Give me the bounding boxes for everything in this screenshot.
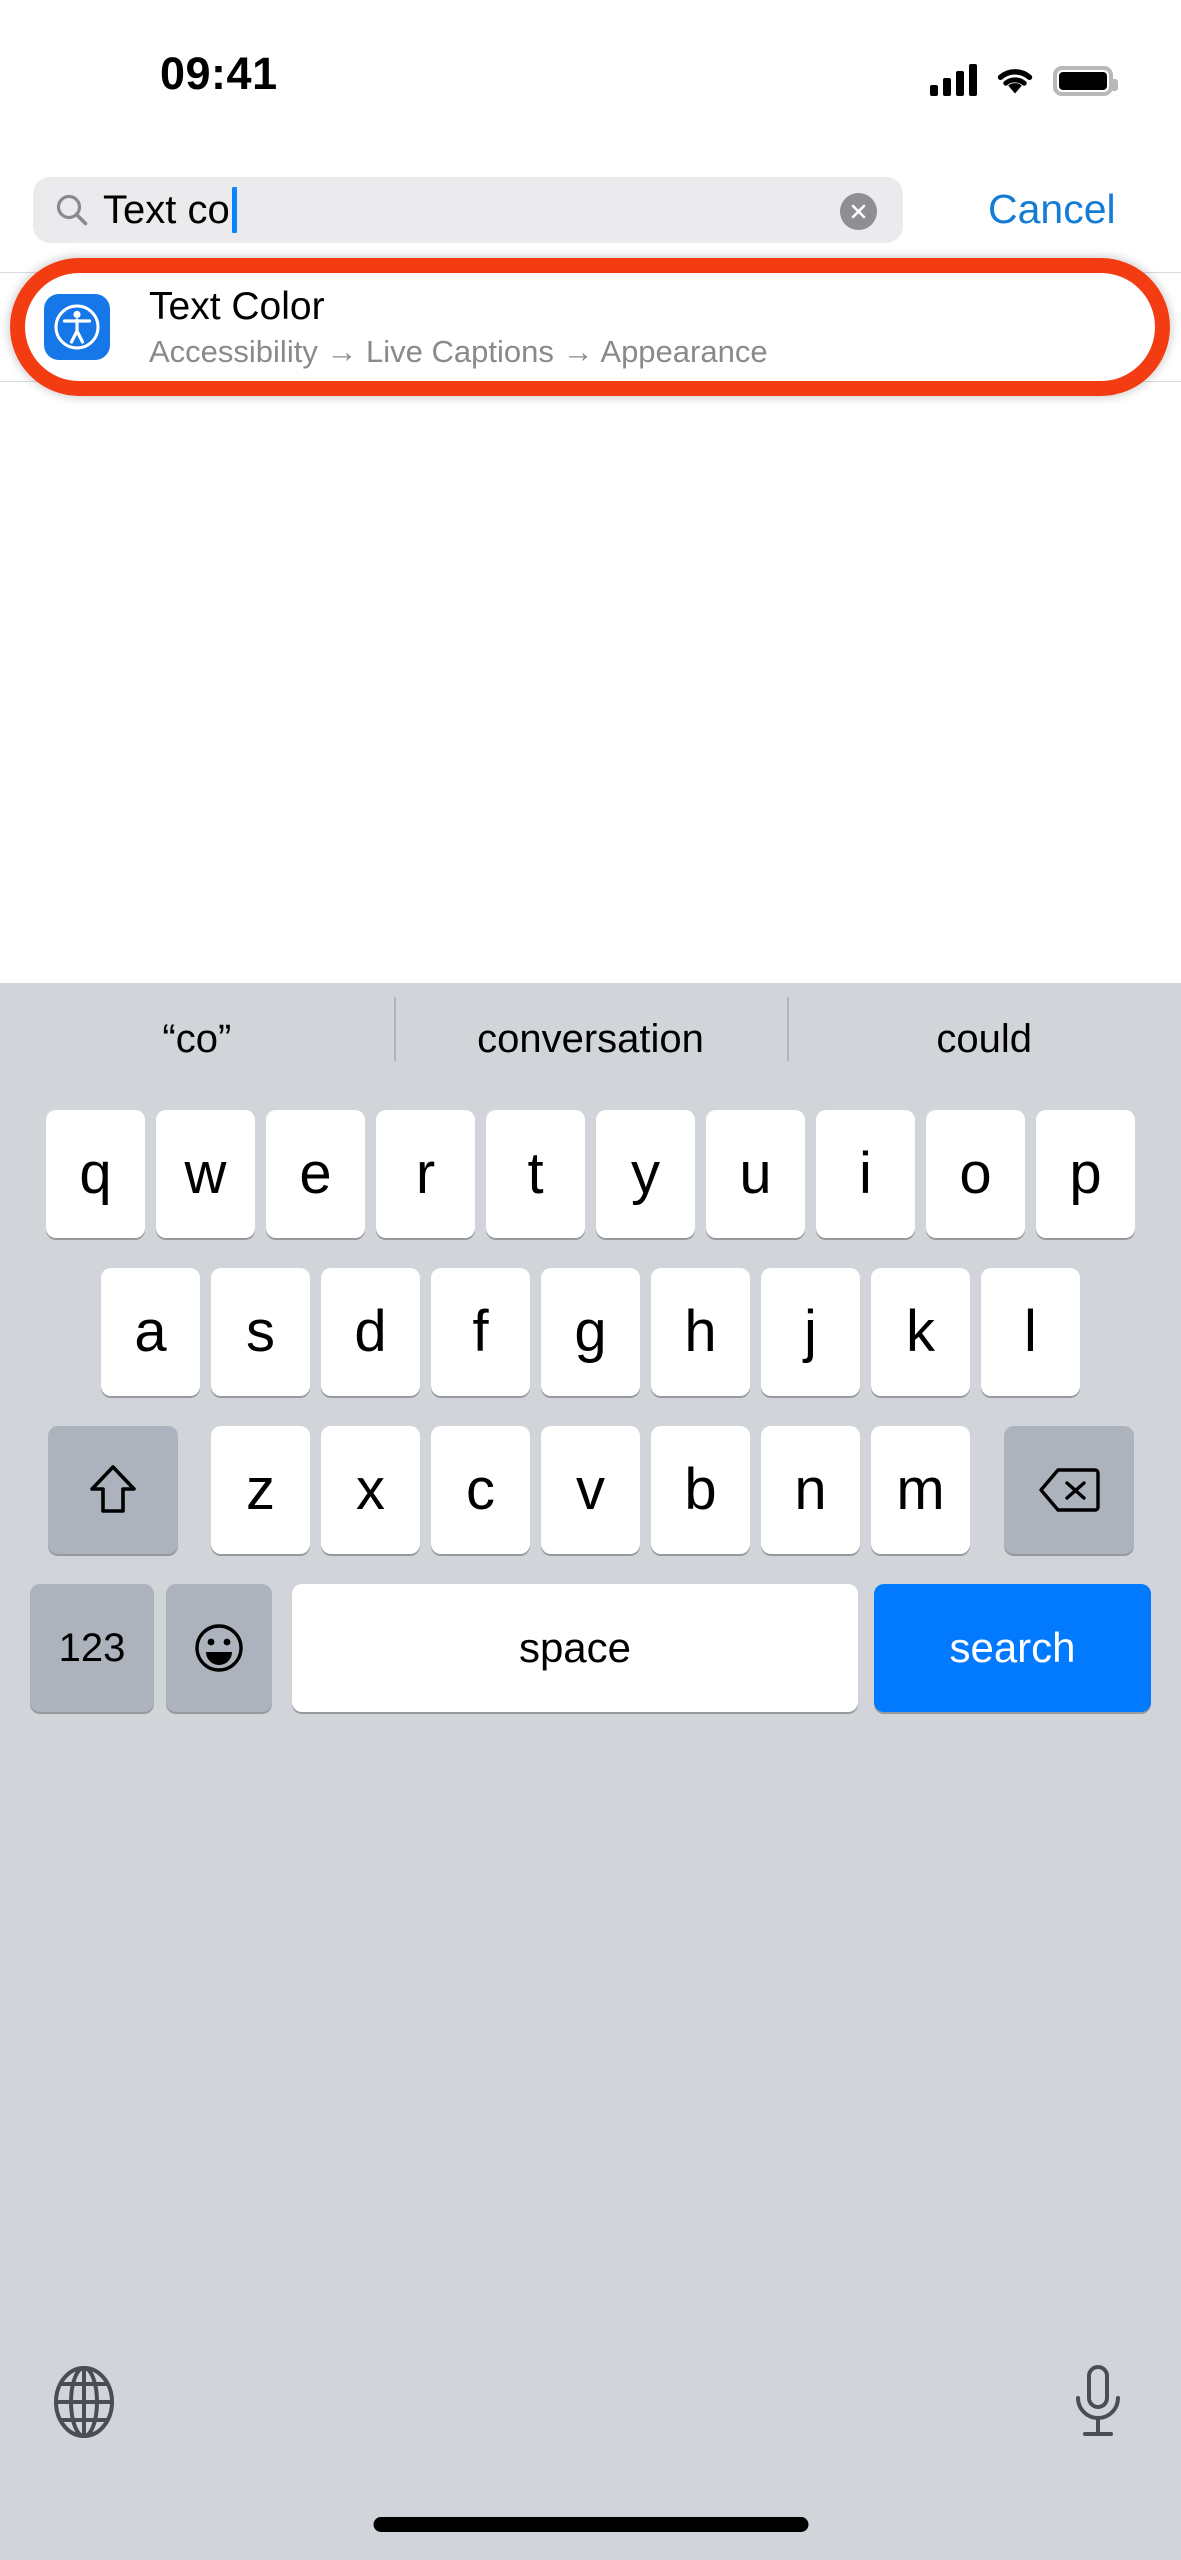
cellular-bars-icon xyxy=(930,64,977,96)
key-p[interactable]: p xyxy=(1036,1110,1135,1238)
key-b[interactable]: b xyxy=(651,1426,750,1554)
search-input-value: Text co xyxy=(103,188,230,232)
key-j[interactable]: j xyxy=(761,1268,860,1396)
key-n[interactable]: n xyxy=(761,1426,860,1554)
on-screen-keyboard: “co” conversation could q w e r t y u i … xyxy=(0,983,1181,2560)
keyboard-bottom-bar xyxy=(0,2340,1181,2560)
status-bar-indicators xyxy=(930,52,1118,96)
key-m[interactable]: m xyxy=(871,1426,970,1554)
key-i[interactable]: i xyxy=(816,1110,915,1238)
emoji-smiley-icon[interactable] xyxy=(166,1584,272,1712)
home-indicator xyxy=(373,2517,808,2532)
clear-circle-icon[interactable] xyxy=(840,193,877,230)
key-z[interactable]: z xyxy=(211,1426,310,1554)
delete-backspace-icon[interactable] xyxy=(1003,1426,1134,1554)
key-h[interactable]: h xyxy=(651,1268,750,1396)
wifi-icon xyxy=(997,69,1033,94)
numbers-key[interactable]: 123 xyxy=(30,1584,154,1712)
key-o[interactable]: o xyxy=(926,1110,1025,1238)
key-c[interactable]: c xyxy=(431,1426,530,1554)
key-q[interactable]: q xyxy=(46,1110,145,1238)
search-result-row-text-color[interactable]: Text Color Accessibility → Live Captions… xyxy=(0,272,1181,382)
search-results-list: Text Color Accessibility → Live Captions… xyxy=(0,272,1181,382)
key-t[interactable]: t xyxy=(486,1110,585,1238)
status-bar-time: 09:41 xyxy=(160,48,278,99)
search-return-key[interactable]: search xyxy=(874,1584,1151,1712)
space-key[interactable]: space xyxy=(292,1584,858,1712)
key-d[interactable]: d xyxy=(321,1268,420,1396)
keyboard-row-4: 123 space search xyxy=(0,1569,1181,1727)
search-bar: Text co Cancel xyxy=(0,177,1181,243)
key-w[interactable]: w xyxy=(156,1110,255,1238)
key-l[interactable]: l xyxy=(981,1268,1080,1396)
cancel-button[interactable]: Cancel xyxy=(988,183,1116,236)
globe-icon[interactable] xyxy=(44,2362,124,2442)
key-s[interactable]: s xyxy=(211,1268,310,1396)
search-result-title: Text Color xyxy=(149,284,325,328)
key-a[interactable]: a xyxy=(101,1268,200,1396)
accessibility-icon xyxy=(44,294,110,360)
keyboard-suggestion-bar: “co” conversation could xyxy=(0,983,1181,1095)
battery-full-icon xyxy=(1053,66,1118,96)
key-e[interactable]: e xyxy=(266,1110,365,1238)
suggestion-item-2[interactable]: could xyxy=(787,997,1181,1061)
suggestion-item-1[interactable]: conversation xyxy=(393,997,788,1061)
key-x[interactable]: x xyxy=(321,1426,420,1554)
key-u[interactable]: u xyxy=(706,1110,805,1238)
shift-icon[interactable] xyxy=(47,1426,178,1554)
key-y[interactable]: y xyxy=(596,1110,695,1238)
keyboard-row-3: z x c v b n m xyxy=(0,1411,1181,1569)
search-input[interactable]: Text co xyxy=(33,177,903,243)
search-icon xyxy=(56,194,88,226)
key-v[interactable]: v xyxy=(541,1426,640,1554)
key-r[interactable]: r xyxy=(376,1110,475,1238)
text-cursor xyxy=(231,187,237,233)
suggestion-item-0[interactable]: “co” xyxy=(0,1019,394,1059)
keyboard-key-rows: q w e r t y u i o p a s d f g h j k l z … xyxy=(0,1095,1181,1727)
key-g[interactable]: g xyxy=(541,1268,640,1396)
status-bar: 09:41 xyxy=(0,0,1181,120)
breadcrumb: Accessibility → Live Captions → Appearan… xyxy=(149,333,768,369)
key-f[interactable]: f xyxy=(431,1268,530,1396)
keyboard-row-2: a s d f g h j k l xyxy=(0,1253,1181,1411)
keyboard-row-1: q w e r t y u i o p xyxy=(0,1095,1181,1253)
search-result-text: Text Color Accessibility → Live Captions… xyxy=(149,285,768,369)
microphone-icon[interactable] xyxy=(1065,2362,1131,2442)
key-k[interactable]: k xyxy=(871,1268,970,1396)
